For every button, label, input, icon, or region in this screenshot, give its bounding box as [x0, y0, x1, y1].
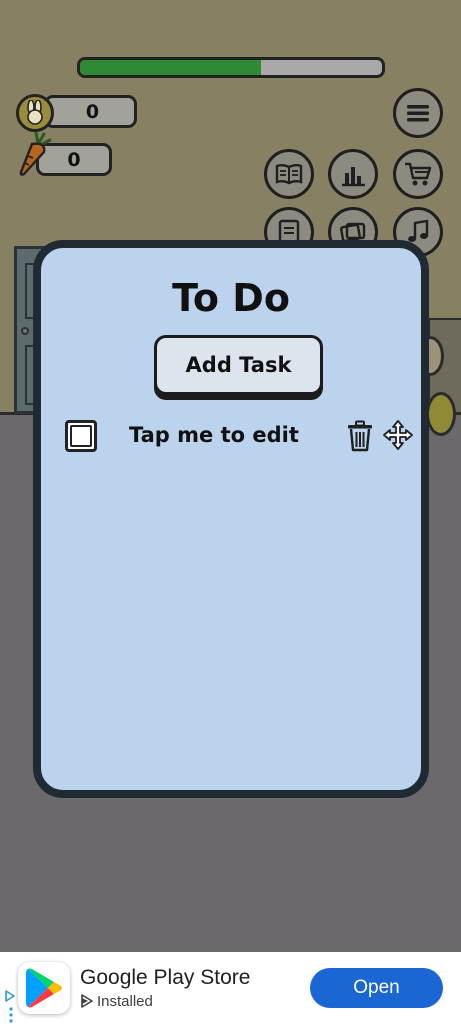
ad-more-icon[interactable]: [9, 1006, 13, 1024]
move-handle-icon[interactable]: [382, 419, 414, 451]
menu-icon: [407, 105, 429, 122]
level-progress-fill: [80, 60, 262, 75]
stats-button[interactable]: [328, 149, 378, 199]
play-store-app-icon[interactable]: [18, 962, 70, 1014]
play-store-logo-icon: [26, 968, 62, 1008]
carrot-count: 0: [67, 148, 81, 171]
todo-modal: To Do Add Task Tap me to edit: [33, 240, 429, 798]
carrot-icon: [19, 132, 52, 176]
bunny-coin-icon: [16, 94, 54, 132]
coin-count: 0: [85, 100, 100, 123]
ad-banner[interactable]: Google Play Store Installed Open: [0, 952, 461, 1024]
journal-button[interactable]: [264, 149, 314, 199]
stats-icon: [342, 167, 365, 187]
shop-cart-icon: [405, 162, 432, 186]
menu-button[interactable]: [393, 88, 443, 138]
coin-counter: 0: [44, 95, 137, 128]
room-decoration-yellow: [426, 392, 456, 436]
task-checkbox[interactable]: [65, 420, 97, 452]
todo-title: To Do: [172, 276, 290, 320]
task-text[interactable]: Tap me to edit: [129, 423, 299, 447]
add-task-button[interactable]: Add Task: [154, 335, 323, 395]
shop-button[interactable]: [393, 149, 443, 199]
task-row: Tap me to edit: [59, 416, 414, 456]
trash-icon[interactable]: [345, 420, 375, 452]
journal-icon: [275, 164, 303, 185]
ad-app-name[interactable]: Google Play Store: [80, 966, 250, 990]
ad-choices-icon[interactable]: [4, 990, 16, 1002]
ad-open-button[interactable]: Open: [310, 968, 443, 1008]
ad-install-status: Installed: [97, 993, 153, 1010]
level-progress-bar: [77, 57, 385, 78]
installed-play-icon: [81, 994, 93, 1008]
door-knob: [21, 327, 29, 335]
